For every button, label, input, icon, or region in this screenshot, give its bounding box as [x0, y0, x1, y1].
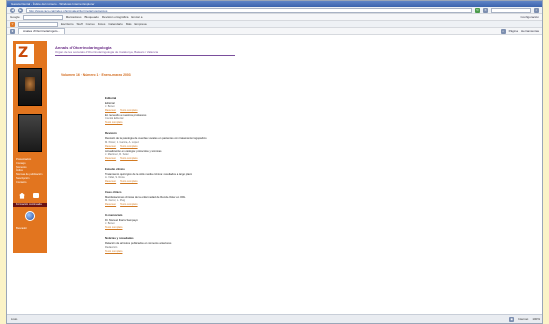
close-icon[interactable]: ✕: [483, 7, 488, 13]
cover-image: [18, 68, 42, 106]
yahoo-search-input[interactable]: [18, 21, 58, 27]
article-link[interactable]: Texto completo: [105, 250, 122, 253]
article-link[interactable]: Texto completo: [105, 226, 122, 229]
print-icon[interactable]: [33, 192, 39, 198]
bar2-item-6[interactable]: Empresa: [135, 22, 147, 26]
status-text: Listo: [11, 317, 18, 321]
toc-section-heading: Noticias y novedades: [105, 236, 134, 241]
refresh-icon[interactable]: ↻: [475, 7, 480, 13]
article-link[interactable]: Texto completo: [120, 203, 137, 206]
article-link[interactable]: Resumen: [105, 157, 116, 160]
toc-section-heading: Estudio clínico: [105, 166, 125, 171]
tab-active[interactable]: Anales d'Otorrinolaringolo...: [18, 28, 65, 34]
bar2-item-1[interactable]: Stuff: [77, 22, 83, 26]
google-toolbar: Google Marcadores Bloqueado Revisión ort…: [7, 14, 542, 21]
menu-item-3[interactable]: Enviar a: [131, 15, 142, 19]
globe-icon[interactable]: [25, 210, 35, 221]
home-icon[interactable]: [19, 192, 25, 199]
sidebar-band[interactable]: Formación continuada: [13, 202, 47, 207]
page-subtitle: Organ de les societats d'Otorrinolaringo…: [55, 50, 159, 54]
page-menu[interactable]: Página: [509, 29, 518, 34]
article-link[interactable]: Texto completo: [120, 145, 137, 148]
article-links: Resumen Texto completo: [105, 179, 285, 183]
page-viewport: Z Presentación Consejo Números Índice No…: [7, 35, 542, 315]
table-of-contents: Editorial Editorial J. Bonet Resumen Texto c…: [105, 89, 285, 253]
toc-section-heading: Editorial: [105, 96, 117, 100]
search-input[interactable]: [491, 7, 531, 13]
favorites-star-icon[interactable]: ★: [10, 28, 15, 34]
article-link[interactable]: Resumen: [105, 145, 116, 148]
cover-image-2: [18, 114, 42, 152]
site-sidebar: Z Presentación Consejo Números Índice No…: [13, 41, 47, 253]
menu-item-1[interactable]: Bloqueado: [85, 15, 99, 19]
browser-window: Gaceta Dental - Índice del número - Wind…: [6, 0, 543, 324]
header-divider: [55, 55, 235, 56]
article-link[interactable]: Texto completo: [120, 109, 137, 112]
settings-label[interactable]: Configuración: [520, 15, 539, 19]
tools-menu[interactable]: Herramientas: [521, 29, 539, 34]
back-icon[interactable]: ◀: [10, 7, 15, 13]
toc-section-heading: Revisión: [105, 131, 117, 136]
search-icon[interactable]: ⌕: [534, 7, 539, 13]
volume-heading: Volumen 16 · Número 1 · Enero-marzo 2003: [61, 73, 131, 77]
tab-row: ★ Anales d'Otorrinolaringolo... ⌂ Página…: [7, 28, 542, 35]
home-icon[interactable]: ⌂: [500, 28, 506, 34]
article-link[interactable]: Texto completo: [120, 157, 137, 160]
article-links: Texto completo: [105, 120, 285, 124]
article-link[interactable]: Resumen: [105, 109, 116, 112]
toc-section-heading: In memoriam: [105, 213, 123, 218]
status-bar: Listo ◉ Internet 100%: [7, 314, 542, 323]
sidebar-icons: [13, 185, 47, 199]
article-link[interactable]: Texto completo: [120, 180, 137, 183]
globe-zone-icon: ◉: [509, 316, 515, 322]
journal-logo[interactable]: Z: [16, 44, 34, 64]
article-links: Texto completo: [105, 249, 285, 253]
sidebar-footer[interactable]: Buscador: [16, 227, 47, 231]
bar2-item-4[interactable]: Calendario: [108, 22, 123, 26]
forward-icon[interactable]: ▶: [18, 7, 23, 13]
page-header: Annals d'Otorrinolaringologia Organ de l…: [55, 45, 235, 56]
article-links: Resumen Texto completo: [105, 156, 285, 160]
google-search-input[interactable]: [22, 14, 63, 20]
article-link[interactable]: Resumen: [105, 180, 116, 183]
address-bar-row: ◀ ▶ http://www.raco.cat/index.php/Anales…: [7, 7, 542, 14]
google-label: Google: [10, 15, 20, 19]
address-input[interactable]: http://www.raco.cat/index.php/AnalesOtor…: [26, 7, 472, 13]
bar2-item-0[interactable]: Escritorio: [61, 22, 74, 26]
sidebar-menu: Presentación Consejo Números Índice Norm…: [13, 158, 47, 185]
zoom-label[interactable]: 100%: [532, 317, 540, 321]
bar2-item-2[interactable]: Correo: [86, 22, 95, 26]
yahoo-toolbar: Y Escritorio Stuff Correo Fotos Calendar…: [7, 21, 542, 28]
zone-label: Internet: [518, 317, 529, 321]
article-links: Resumen Texto completo: [105, 144, 285, 148]
bar2-item-5[interactable]: Más: [126, 22, 132, 26]
menu-item-0[interactable]: Marcadores: [66, 15, 82, 19]
bar2-item-3[interactable]: Fotos: [98, 22, 106, 26]
menu-item-2[interactable]: Revisión ortográfica: [102, 15, 129, 19]
article-links: Resumen Texto completo: [105, 108, 285, 112]
article-link[interactable]: Resumen: [105, 203, 116, 206]
toc-section-heading: Caso clínico: [105, 190, 122, 195]
article-links: Resumen Texto completo: [105, 202, 285, 206]
yahoo-icon: Y: [10, 21, 15, 27]
article-links: Texto completo: [105, 225, 285, 229]
article-link[interactable]: Texto completo: [105, 121, 122, 124]
